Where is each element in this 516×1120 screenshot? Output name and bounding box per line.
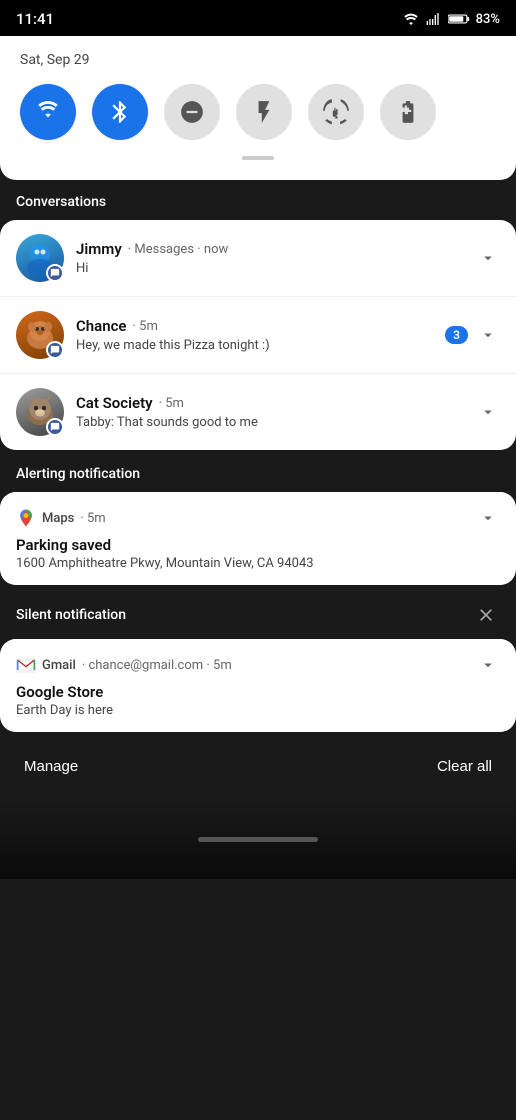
drag-handle[interactable] xyxy=(242,156,274,160)
gmail-icon xyxy=(16,656,36,674)
wifi-toggle[interactable] xyxy=(20,84,76,140)
gmail-app-name: Gmail xyxy=(42,658,76,673)
silent-expand-button[interactable] xyxy=(476,653,500,677)
cat-society-actions xyxy=(476,400,500,424)
chance-expand-button[interactable] xyxy=(476,323,500,347)
cat-society-content: Cat Society · 5m Tabby: That sounds good… xyxy=(76,394,476,430)
maps-time: · 5m xyxy=(80,511,105,526)
chance-meta: · 5m xyxy=(133,319,158,334)
cat-society-expand-button[interactable] xyxy=(476,400,500,424)
jimmy-content: Jimmy · Messages · now Hi xyxy=(76,240,476,276)
chance-content: Chance · 5m Hey, we made this Pizza toni… xyxy=(76,317,445,353)
manage-button[interactable]: Manage xyxy=(24,754,78,779)
maps-notification[interactable]: Maps · 5m Parking saved 1600 Amphitheatr… xyxy=(0,492,516,585)
cat-society-name: Cat Society xyxy=(76,394,153,412)
home-pill[interactable] xyxy=(198,837,318,842)
clear-all-button[interactable]: Clear all xyxy=(437,754,492,779)
conversation-jimmy[interactable]: Jimmy · Messages · now Hi xyxy=(0,220,516,297)
messages-badge-jimmy xyxy=(46,264,64,282)
jimmy-meta: · Messages · now xyxy=(128,242,229,257)
cat-society-message: Tabby: That sounds good to me xyxy=(76,415,476,430)
chance-name: Chance xyxy=(76,317,127,335)
dnd-toggle[interactable] xyxy=(164,84,220,140)
silent-section-header: Silent notification xyxy=(0,587,516,639)
conversations-card: Jimmy · Messages · now Hi xyxy=(0,220,516,450)
bottom-bar: Manage Clear all xyxy=(0,734,516,799)
wifi-status-icon xyxy=(402,12,420,26)
messages-badge-chance xyxy=(46,341,64,359)
battery-saver-toggle[interactable] xyxy=(380,84,436,140)
conversation-chance[interactable]: Chance · 5m Hey, we made this Pizza toni… xyxy=(0,297,516,374)
maps-title: Parking saved xyxy=(16,536,500,554)
gmail-title: Google Store xyxy=(16,683,500,701)
maps-app-row: Maps · 5m xyxy=(16,508,106,528)
silent-card: Gmail · chance@gmail.com · 5m Google Sto… xyxy=(0,639,516,732)
silent-header-text: Silent notification xyxy=(16,607,126,623)
status-time: 11:41 xyxy=(16,10,54,28)
gmail-notification[interactable]: Gmail · chance@gmail.com · 5m Google Sto… xyxy=(0,639,516,732)
gmail-body: Earth Day is here xyxy=(16,703,500,718)
cat-meta: · 5m xyxy=(159,396,184,411)
conversation-cat-society[interactable]: Cat Society · 5m Tabby: That sounds good… xyxy=(0,374,516,450)
chance-badge: 3 xyxy=(445,326,468,344)
jimmy-message: Hi xyxy=(76,261,476,276)
gmail-app-row: Gmail · chance@gmail.com · 5m xyxy=(16,656,232,674)
messages-badge-cat xyxy=(46,418,64,436)
maps-body: 1600 Amphitheatre Pkwy, Mountain View, C… xyxy=(16,556,500,571)
status-bar: 11:41 83% xyxy=(0,0,516,36)
alerting-card: Maps · 5m Parking saved 1600 Amphitheatr… xyxy=(0,492,516,585)
gmail-email: · chance@gmail.com · 5m xyxy=(82,658,232,673)
silent-close-button[interactable] xyxy=(472,601,500,629)
chance-message: Hey, we made this Pizza tonight :) xyxy=(76,338,445,353)
jimmy-expand-button[interactable] xyxy=(476,246,500,270)
maps-app-name: Maps xyxy=(42,511,74,526)
bluetooth-toggle[interactable] xyxy=(92,84,148,140)
maps-icon xyxy=(16,508,36,528)
date-label: Sat, Sep 29 xyxy=(20,52,496,68)
battery-percent: 83% xyxy=(476,12,500,27)
bottom-overlay xyxy=(0,799,516,879)
conversations-header: Conversations xyxy=(0,180,516,220)
alerting-expand-button[interactable] xyxy=(476,506,500,530)
battery-icon xyxy=(448,12,470,26)
jimmy-actions xyxy=(476,246,500,270)
quick-toggles xyxy=(20,84,496,140)
status-icons: 83% xyxy=(402,12,500,27)
signal-icon xyxy=(426,12,442,26)
jimmy-name: Jimmy xyxy=(76,240,122,258)
quick-settings-panel: Sat, Sep 29 xyxy=(0,36,516,180)
rotate-toggle[interactable] xyxy=(308,84,364,140)
alerting-header: Alerting notification xyxy=(0,452,516,492)
chance-actions: 3 xyxy=(445,323,500,347)
flashlight-toggle[interactable] xyxy=(236,84,292,140)
